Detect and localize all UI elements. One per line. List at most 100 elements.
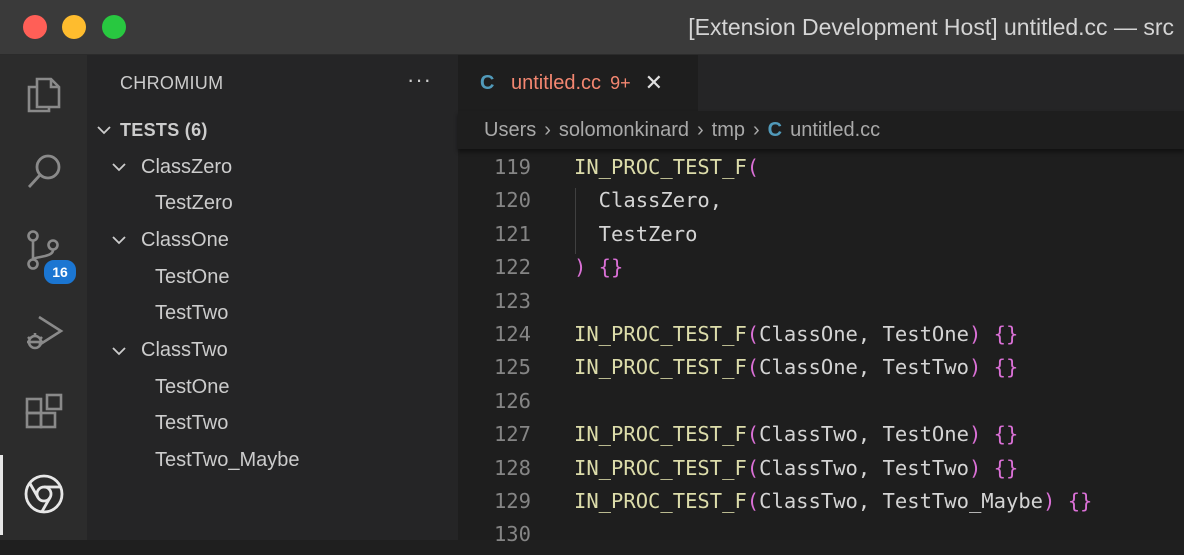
tree-test-item[interactable]: TestOne (87, 259, 458, 295)
breadcrumb-item[interactable]: solomonkinard (559, 119, 689, 142)
code-line: 125 IN_PROC_TEST_F(ClassOne, TestTwo) {} (458, 355, 1184, 388)
chevron-right-icon: › (696, 118, 704, 141)
search-icon[interactable] (0, 133, 87, 211)
token-fn: IN_PROC_TEST_F (574, 355, 747, 380)
token-close: ) (968, 455, 982, 480)
activity-bar: 16 (0, 55, 87, 540)
breadcrumb-item[interactable]: tmp (712, 119, 745, 142)
breadcrumb-item[interactable]: untitled.cc (790, 119, 880, 142)
source-control-badge: 16 (42, 258, 78, 286)
code-line: 124 IN_PROC_TEST_F(ClassOne, TestOne) {} (458, 322, 1184, 355)
tree-class-item[interactable]: ClassOne (87, 222, 458, 258)
line-number: 129 (493, 489, 531, 513)
tree-item-label: TestZero (155, 192, 233, 215)
tree-item-label: TestTwo_Maybe (155, 449, 300, 472)
extensions-icon[interactable] (0, 375, 87, 453)
code-line: 121 TestZero (458, 222, 1184, 255)
code-line: 122) {} (458, 255, 1184, 288)
tree-test-item[interactable]: TestTwo (87, 406, 458, 442)
breadcrumb-item[interactable]: Users (484, 119, 536, 142)
token-body: {} (981, 355, 1019, 380)
more-actions-button[interactable]: ··· (407, 67, 432, 93)
tree-item-label: TestOne (155, 265, 230, 288)
line-number: 121 (493, 221, 531, 246)
tree-test-item[interactable]: TestOne (87, 369, 458, 405)
line-number: 125 (493, 355, 531, 380)
chromium-icon[interactable] (0, 455, 87, 533)
token-close: ) (574, 255, 587, 280)
code-line: 130 (458, 522, 1184, 555)
line-source: ClassZero, (574, 188, 722, 212)
token-open: ( (746, 455, 760, 480)
chevron-down-icon (97, 126, 111, 135)
token-fn: IN_PROC_TEST_F (574, 422, 747, 447)
token-body: {} (586, 255, 624, 280)
tree-test-item[interactable]: TestTwo_Maybe (87, 443, 458, 479)
code-line: 120 ClassZero, (458, 188, 1184, 221)
close-window-button[interactable] (23, 15, 47, 39)
run-debug-icon[interactable] (0, 293, 87, 371)
tree-item-label: ClassZero (141, 155, 233, 178)
line-number: 128 (493, 455, 531, 480)
token-open: ( (746, 322, 760, 346)
explorer-icon[interactable] (0, 55, 87, 133)
line-number: 127 (493, 422, 531, 447)
code-line: 129 IN_PROC_TEST_F(ClassTwo, TestTwo_Mayb… (458, 489, 1184, 522)
code-line: 119 IN_PROC_TEST_F( (458, 155, 1184, 188)
token-open: ( (746, 155, 760, 179)
chevron-right-icon: › (544, 118, 551, 141)
line-number: 126 (493, 388, 531, 413)
minimize-window-button[interactable] (62, 15, 86, 39)
editor: C untitled.cc 9+ ✕ Users › solomonkinard… (458, 55, 1184, 546)
token-fn: IN_PROC_TEST_F (574, 322, 747, 346)
tree-item-label: TestOne (155, 375, 230, 398)
tests-section-header[interactable]: TESTS (6) (87, 112, 458, 148)
token-fn: IN_PROC_TEST_F (574, 489, 747, 513)
token-open: ( (746, 355, 760, 380)
tab-bar: C untitled.cc 9+ ✕ (458, 55, 1184, 111)
token-close: ) (968, 355, 982, 380)
tree-class-item[interactable]: ClassZero (87, 149, 458, 185)
chevron-down-icon (112, 163, 126, 172)
tab-untitled-cc[interactable]: C untitled.cc 9+ ✕ (458, 55, 698, 111)
line-source: IN_PROC_TEST_F(ClassTwo, TestTwo) {} (574, 456, 1018, 480)
token-args: ClassOne, TestOne (759, 322, 969, 346)
sidebar-title: CHROMIUM (120, 73, 224, 93)
line-source: TestZero (574, 222, 698, 246)
close-icon[interactable]: ✕ (645, 70, 663, 96)
tree-item-label: ClassOne (141, 228, 229, 251)
token-body: {} (981, 322, 1019, 346)
section-label: TESTS (6) (120, 119, 208, 140)
code-line: 123 (458, 289, 1184, 322)
chevron-right-icon: › (753, 118, 760, 141)
token-args: ClassTwo, TestTwo_Maybe (759, 489, 1044, 513)
title-bar: [Extension Development Host] untitled.cc… (0, 0, 1184, 55)
token-body: {} (1055, 489, 1093, 513)
token-fn: IN_PROC_TEST_F (574, 155, 747, 179)
tree-item-label: ClassTwo (141, 339, 228, 361)
line-source: IN_PROC_TEST_F(ClassTwo, TestOne) {} (574, 422, 1018, 446)
window-title: [Extension Development Host] untitled.cc… (688, 14, 1174, 40)
line-number: 119 (493, 155, 531, 179)
tree-test-item[interactable]: TestZero (87, 186, 458, 222)
token-args: ClassTwo, TestTwo (759, 455, 969, 480)
token-open: ( (746, 489, 760, 513)
line-number: 123 (493, 288, 531, 313)
line-source: IN_PROC_TEST_F(ClassTwo, TestTwo_Maybe) … (574, 489, 1092, 513)
tree-test-item[interactable]: TestTwo (87, 296, 458, 332)
token-close: ) (968, 422, 982, 447)
tree-class-item[interactable]: ClassTwo (87, 333, 458, 369)
tree-item-label: TestTwo (155, 412, 229, 435)
cpp-file-icon: C (480, 71, 495, 94)
token-open: ( (746, 422, 760, 447)
token-close: ) (1043, 489, 1056, 513)
code-line: 127 IN_PROC_TEST_F(ClassTwo, TestOne) {} (458, 422, 1184, 455)
breadcrumb: Users › solomonkinard › tmp › C untitled… (458, 111, 1184, 149)
chevron-down-icon (112, 346, 126, 355)
line-number: 120 (493, 188, 531, 213)
token-args: ClassZero, (574, 188, 723, 213)
token-body: {} (981, 422, 1019, 447)
line-source: IN_PROC_TEST_F(ClassOne, TestOne) {} (574, 322, 1018, 346)
tab-label: untitled.cc (511, 71, 602, 94)
zoom-window-button[interactable] (102, 15, 126, 39)
